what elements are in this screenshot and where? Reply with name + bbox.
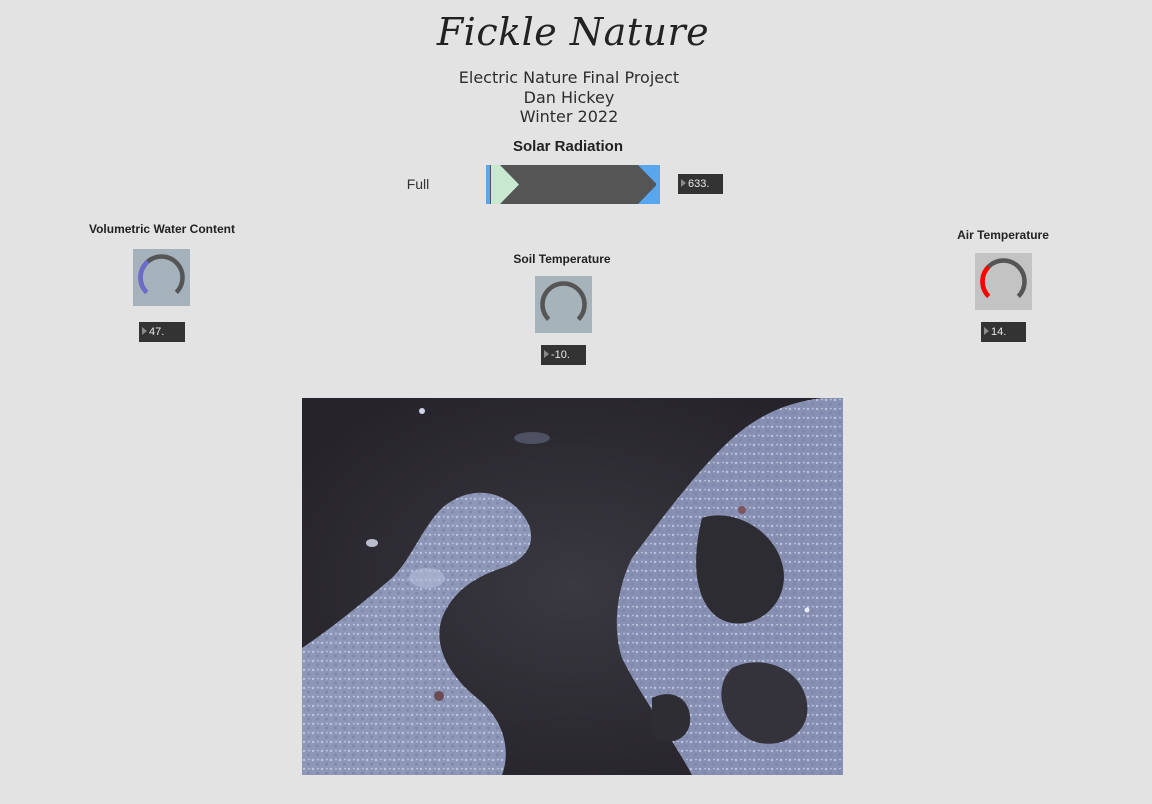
dial-value-arc <box>980 265 991 298</box>
vwc-value: 47. <box>149 326 165 338</box>
number-arrow-icon <box>142 327 147 336</box>
solar-level-label: Full <box>406 176 430 192</box>
dial-track <box>540 281 587 321</box>
page-title: Fickle Nature <box>436 10 710 54</box>
solar-radiation-number[interactable]: 633. <box>678 174 723 194</box>
soil-temperature-value: -10. <box>551 349 570 361</box>
patch-window: Fickle Nature Electric Nature Final Proj… <box>0 0 1152 804</box>
soil-temperature-dial[interactable] <box>535 276 592 333</box>
solar-radiation-label: Solar Radiation <box>512 138 624 155</box>
water-droplets-image <box>302 398 843 775</box>
dial-graphic <box>138 254 185 294</box>
dial-value-arc <box>138 259 150 294</box>
number-arrow-icon <box>544 350 549 359</box>
air-temperature-dial[interactable] <box>975 253 1032 310</box>
air-temperature-number[interactable]: 14. <box>981 322 1026 342</box>
vwc-label: Volumetric Water Content <box>88 222 235 236</box>
air-temperature-label: Air Temperature <box>957 228 1049 242</box>
term-line: Winter 2022 <box>519 107 619 126</box>
number-arrow-icon <box>681 179 686 188</box>
live-video-frame <box>302 398 843 775</box>
author-line: Dan Hickey <box>523 87 615 107</box>
number-arrow-icon <box>984 327 989 336</box>
vwc-dial[interactable] <box>133 249 190 306</box>
dial-graphic <box>980 258 1027 298</box>
soil-temperature-label: Soil Temperature <box>513 252 611 266</box>
solar-radiation-value: 633. <box>688 178 710 190</box>
solar-radiation-slider[interactable] <box>486 165 660 204</box>
slider-left-edge <box>486 165 490 204</box>
dial-track <box>980 258 1027 298</box>
course-line: Electric Nature Final Project <box>458 68 680 87</box>
vwc-number[interactable]: 47. <box>139 322 185 342</box>
soil-temperature-number[interactable]: -10. <box>541 345 586 365</box>
slider-graphic <box>486 165 660 204</box>
air-temperature-value: 14. <box>991 326 1007 338</box>
dial-graphic <box>540 281 587 321</box>
project-credits: Electric Nature Final Project Dan Hickey… <box>0 68 1138 127</box>
